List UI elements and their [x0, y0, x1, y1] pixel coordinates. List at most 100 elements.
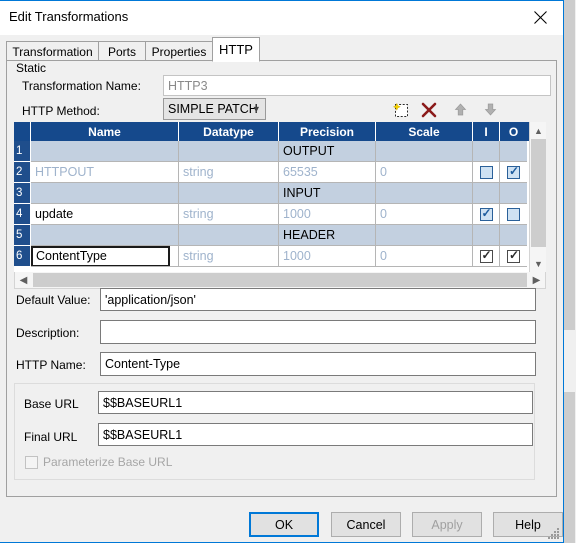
cell-input-flag[interactable] [473, 183, 500, 204]
cell-scale[interactable] [376, 183, 473, 204]
output-checkbox[interactable]: ✓ [507, 164, 520, 179]
cell-output-flag[interactable] [500, 183, 527, 204]
cell-name[interactable] [31, 183, 179, 204]
row-number: 5 [14, 225, 31, 246]
cell-output-flag[interactable]: ✓ [500, 246, 527, 267]
tab-http-label: HTTP [219, 42, 253, 57]
grid-vertical-scrollbar[interactable]: ▲ ▼ [529, 122, 546, 272]
tab-properties-label: Properties [151, 44, 207, 59]
ports-grid-viewport: Name Datatype Precision Scale I O 1 OUTP… [14, 122, 529, 272]
cell-scale[interactable]: 0 [376, 246, 473, 267]
cell-name[interactable] [31, 225, 179, 246]
cell-precision[interactable]: INPUT [279, 183, 376, 204]
cell-scale[interactable]: 0 [376, 204, 473, 225]
grid-hscroll-thumb[interactable] [33, 273, 527, 287]
grid-horizontal-scrollbar[interactable]: ◀ ▶ [14, 272, 546, 289]
cell-output-flag[interactable] [500, 141, 527, 162]
tab-http[interactable]: HTTP [212, 37, 260, 62]
cell-name[interactable]: HTTPOUT [31, 162, 179, 183]
scroll-right-icon[interactable]: ▶ [528, 272, 545, 288]
ports-grid[interactable]: Name Datatype Precision Scale I O 1 OUTP… [14, 122, 546, 272]
cell-datatype[interactable] [179, 183, 279, 204]
grid-header-name[interactable]: Name [31, 122, 179, 141]
input-checkbox[interactable]: ✓ [479, 248, 493, 263]
ports-grid-header-row: Name Datatype Precision Scale I O [14, 122, 529, 141]
delete-port-button[interactable] [416, 98, 442, 121]
chevron-down-icon: ▾ [253, 103, 259, 116]
cell-input-flag[interactable] [473, 225, 500, 246]
input-checkbox[interactable] [479, 165, 493, 179]
ok-button[interactable]: OK [249, 512, 319, 537]
cell-precision[interactable]: 65535 [279, 162, 376, 183]
transformation-name-input[interactable]: HTTP3 [163, 75, 551, 96]
cell-datatype[interactable]: string [179, 162, 279, 183]
table-row[interactable]: 2 HTTPOUT string 65535 0 ✓ [14, 162, 529, 183]
cancel-button[interactable]: Cancel [331, 512, 401, 537]
tab-transformation-label: Transformation [12, 44, 93, 59]
tab-ports[interactable]: Ports [98, 41, 146, 61]
cell-precision[interactable]: OUTPUT [279, 141, 376, 162]
output-checkbox[interactable]: ✓ [507, 247, 520, 263]
http-name-label: HTTP Name: [16, 358, 86, 372]
cell-name[interactable]: update [31, 204, 179, 225]
cell-input-flag[interactable]: ✓ [473, 246, 500, 267]
grid-header-scale[interactable]: Scale [376, 122, 473, 141]
final-url-input[interactable]: $$BASEURL1 [98, 423, 533, 446]
input-checkbox[interactable]: ✓ [479, 206, 493, 221]
output-checkbox[interactable] [507, 207, 520, 221]
grid-header-output-flag[interactable]: O [500, 122, 527, 141]
row-number: 1 [14, 141, 31, 162]
cell-output-flag[interactable] [500, 204, 527, 225]
table-row[interactable]: 5 HEADER [14, 225, 529, 246]
parameterize-base-url-checkbox[interactable] [25, 456, 38, 469]
grid-header-datatype[interactable]: Datatype [179, 122, 279, 141]
default-value-input[interactable]: 'application/json' [100, 288, 536, 311]
move-up-button[interactable] [447, 98, 473, 121]
description-input[interactable] [100, 320, 536, 344]
cell-scale[interactable] [376, 141, 473, 162]
table-row[interactable]: 1 OUTPUT [14, 141, 529, 162]
cell-datatype[interactable]: string [179, 246, 279, 267]
cell-datatype[interactable] [179, 225, 279, 246]
grid-vscroll-thumb[interactable] [531, 139, 546, 247]
new-port-button[interactable] [388, 98, 414, 121]
grid-header-input-flag[interactable]: I [473, 122, 500, 141]
cell-datatype[interactable] [179, 141, 279, 162]
cell-name-editor[interactable]: ContentType [31, 246, 170, 266]
cell-name[interactable]: ContentType [31, 246, 179, 267]
row-number: 6 [14, 246, 31, 267]
tab-properties[interactable]: Properties [145, 41, 213, 61]
tab-ports-label: Ports [107, 44, 136, 59]
base-url-input[interactable]: $$BASEURL1 [98, 391, 533, 414]
grid-header-precision[interactable]: Precision [279, 122, 376, 141]
cell-input-flag[interactable]: ✓ [473, 204, 500, 225]
cell-name[interactable] [31, 141, 179, 162]
description-label: Description: [16, 326, 80, 340]
close-icon[interactable] [518, 1, 563, 33]
cell-precision[interactable]: HEADER [279, 225, 376, 246]
http-method-dropdown[interactable]: SIMPLE PATCH ▾ [163, 98, 266, 120]
base-url-label: Base URL [24, 397, 79, 411]
apply-button[interactable]: Apply [412, 512, 482, 537]
screenshot-root: Edit Transformations Transformation Port… [0, 0, 576, 543]
cell-output-flag[interactable] [500, 225, 527, 246]
cell-datatype[interactable]: string [179, 204, 279, 225]
cell-output-flag[interactable]: ✓ [500, 162, 527, 183]
cell-precision[interactable]: 1000 [279, 204, 376, 225]
scroll-down-icon[interactable]: ▼ [530, 255, 547, 272]
scroll-left-icon[interactable]: ◀ [15, 272, 32, 288]
tab-transformation[interactable]: Transformation [6, 41, 99, 61]
cell-input-flag[interactable] [473, 162, 500, 183]
http-name-input[interactable]: Content-Type [100, 352, 536, 376]
cell-scale[interactable] [376, 225, 473, 246]
cell-scale[interactable]: 0 [376, 162, 473, 183]
table-row[interactable]: 6 ContentType string 1000 0 ✓ ✓ [14, 246, 529, 267]
check-icon: ✓ [509, 247, 520, 262]
cell-input-flag[interactable] [473, 141, 500, 162]
table-row[interactable]: 3 INPUT [14, 183, 529, 204]
scroll-up-icon[interactable]: ▲ [530, 122, 547, 139]
table-row[interactable]: 4 update string 1000 0 ✓ [14, 204, 529, 225]
cell-precision[interactable]: 1000 [279, 246, 376, 267]
resize-grip[interactable] [546, 526, 560, 540]
move-down-button[interactable] [477, 98, 503, 121]
